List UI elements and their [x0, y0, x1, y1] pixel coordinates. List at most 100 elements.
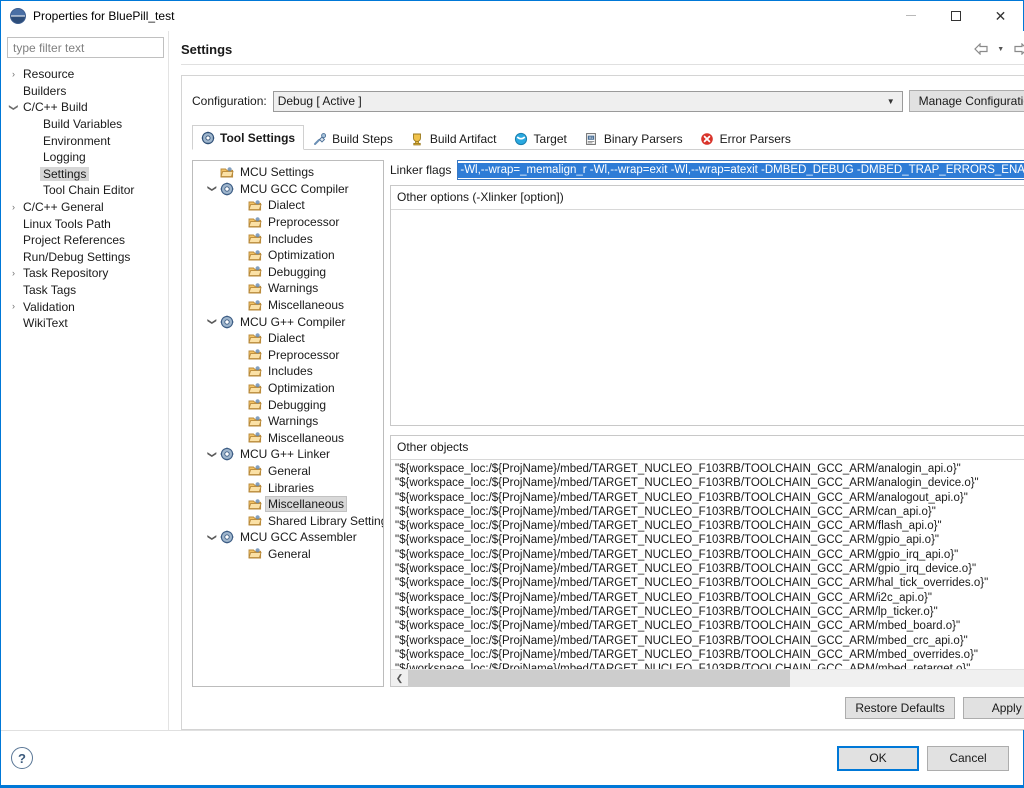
tool-tree-item-warnings[interactable]: Warnings — [193, 413, 383, 430]
forward-arrow-icon[interactable] — [1012, 40, 1024, 58]
tab-binary-parsers[interactable]: 01 Binary Parsers — [576, 126, 692, 150]
other-object-item[interactable]: "${workspace_loc:/${ProjName}/mbed/TARGE… — [393, 533, 1024, 547]
configuration-select[interactable]: Debug [ Active ] ▼ — [272, 90, 903, 112]
sidebar-item-build-variables[interactable]: Build Variables — [1, 116, 168, 133]
maximize-icon[interactable] — [933, 1, 978, 31]
other-object-item[interactable]: "${workspace_loc:/${ProjName}/mbed/TARGE… — [393, 634, 1024, 648]
sidebar-item-validation[interactable]: › Validation — [1, 298, 168, 315]
other-object-item[interactable]: "${workspace_loc:/${ProjName}/mbed/TARGE… — [393, 548, 1024, 562]
sidebar-item-c-c-build[interactable]: ❯ C/C++ Build — [1, 99, 168, 116]
tool-tree-item-debugging[interactable]: Debugging — [193, 396, 383, 413]
tool-tree-label: Miscellaneous — [265, 496, 348, 513]
sidebar-tree: › Resource Builders ❯ C/C++ Build Build Varia… — [1, 66, 168, 332]
other-object-item[interactable]: "${workspace_loc:/${ProjName}/mbed/TARGE… — [393, 476, 1024, 490]
chevron-right-icon[interactable]: › — [7, 302, 20, 311]
tool-tree-item-mcu-g++-linker[interactable]: ❯ MCU G++ Linker — [193, 446, 383, 463]
tool-tree-item-mcu-settings[interactable]: MCU Settings — [193, 164, 383, 181]
tool-tree-item-miscellaneous[interactable]: Miscellaneous — [193, 430, 383, 447]
chevron-right-icon[interactable]: › — [7, 202, 20, 212]
other-object-item[interactable]: "${workspace_loc:/${ProjName}/mbed/TARGE… — [393, 591, 1024, 605]
tab-label: Build Artifact — [429, 131, 497, 146]
tool-tree-item-optimization[interactable]: Optimization — [193, 247, 383, 264]
cancel-button[interactable]: Cancel — [927, 745, 1009, 771]
chevron-down-icon[interactable]: ❯ — [207, 530, 218, 544]
sidebar-item-resource[interactable]: › Resource — [1, 66, 168, 83]
tool-tree-item-includes[interactable]: Includes — [193, 363, 383, 380]
sidebar-item-label: Build Variables — [43, 117, 123, 132]
tool-tree-item-general[interactable]: General — [193, 546, 383, 563]
tab-target[interactable]: Target — [506, 126, 576, 150]
sidebar-item-logging[interactable]: Logging — [1, 149, 168, 166]
sidebar-item-task-tags[interactable]: Task Tags — [1, 282, 168, 299]
tool-tree-item-dialect[interactable]: Dialect — [193, 197, 383, 214]
other-objects-panel: Other objects "${workspace_loc:/${ProjNa… — [390, 435, 1024, 687]
other-object-item[interactable]: "${workspace_loc:/${ProjName}/mbed/TARGE… — [393, 562, 1024, 576]
other-objects-hscrollbar[interactable]: ❮ ❯ — [391, 669, 1024, 687]
other-object-item[interactable]: "${workspace_loc:/${ProjName}/mbed/TARGE… — [393, 648, 1024, 662]
tool-tree-item-general[interactable]: General — [193, 463, 383, 480]
sidebar-item-linux-tools-path[interactable]: Linux Tools Path — [1, 215, 168, 232]
tool-tree-item-mcu-gcc-compiler[interactable]: ❯ MCU GCC Compiler — [193, 181, 383, 198]
sidebar-item-tool-chain-editor[interactable]: Tool Chain Editor — [1, 182, 168, 199]
hscrollbar-track[interactable] — [408, 669, 1024, 687]
tool-tree-item-mcu-gcc-assembler[interactable]: ❯ MCU GCC Assembler — [193, 529, 383, 546]
chevron-down-icon[interactable]: ❯ — [207, 182, 218, 196]
ok-button[interactable]: OK — [837, 745, 919, 771]
tool-tree-item-warnings[interactable]: Warnings — [193, 280, 383, 297]
back-dropdown-icon[interactable]: ▼ — [992, 40, 1010, 58]
sidebar-item-label: Task Tags — [23, 283, 77, 298]
tool-tree-item-dialect[interactable]: Dialect — [193, 330, 383, 347]
tool-tree-item-shared-library-settings[interactable]: Shared Library Settings — [193, 512, 383, 529]
tab-label: Error Parsers — [719, 131, 791, 146]
sidebar-item-wikitext[interactable]: WikiText — [1, 315, 168, 332]
sidebar-item-task-repository[interactable]: › Task Repository — [1, 265, 168, 282]
other-object-item[interactable]: "${workspace_loc:/${ProjName}/mbed/TARGE… — [393, 605, 1024, 619]
chevron-left-icon[interactable]: ❮ — [391, 673, 408, 684]
tool-tree-item-optimization[interactable]: Optimization — [193, 380, 383, 397]
tool-tree-item-miscellaneous[interactable]: Miscellaneous — [193, 496, 383, 513]
other-object-item[interactable]: "${workspace_loc:/${ProjName}/mbed/TARGE… — [393, 619, 1024, 633]
restore-defaults-button[interactable]: Restore Defaults — [845, 697, 955, 719]
back-arrow-icon[interactable] — [972, 40, 990, 58]
other-objects-list[interactable]: "${workspace_loc:/${ProjName}/mbed/TARGE… — [391, 460, 1024, 669]
tool-tree-item-preprocessor[interactable]: Preprocessor — [193, 214, 383, 231]
other-object-item[interactable]: "${workspace_loc:/${ProjName}/mbed/TARGE… — [393, 519, 1024, 533]
other-object-item[interactable]: "${workspace_loc:/${ProjName}/mbed/TARGE… — [393, 576, 1024, 590]
chevron-down-icon[interactable]: ❯ — [9, 101, 19, 114]
tool-tree-item-libraries[interactable]: Libraries — [193, 479, 383, 496]
apply-button[interactable]: Apply — [962, 697, 1024, 719]
hscrollbar-thumb[interactable] — [408, 669, 791, 687]
manage-configurations-button[interactable]: Manage Configurations... — [908, 90, 1024, 112]
filter-input[interactable]: type filter text — [7, 37, 164, 58]
folder-icon — [247, 331, 262, 345]
sidebar-item-c-c-general[interactable]: › C/C++ General — [1, 199, 168, 216]
other-options-list[interactable] — [391, 210, 1024, 425]
chevron-down-icon[interactable]: ❯ — [207, 315, 218, 329]
minimize-icon[interactable] — [888, 1, 933, 31]
tab-build-artifact[interactable]: Build Artifact — [402, 126, 506, 150]
tool-tree-item-debugging[interactable]: Debugging — [193, 264, 383, 281]
sidebar-item-environment[interactable]: Environment — [1, 132, 168, 149]
other-object-item[interactable]: "${workspace_loc:/${ProjName}/mbed/TARGE… — [393, 491, 1024, 505]
tab-error-parsers[interactable]: Error Parsers — [692, 126, 800, 150]
other-object-item[interactable]: "${workspace_loc:/${ProjName}/mbed/TARGE… — [393, 505, 1024, 519]
tool-tree-item-includes[interactable]: Includes — [193, 230, 383, 247]
close-icon[interactable]: ✕ — [978, 1, 1023, 31]
help-icon[interactable]: ? — [11, 747, 33, 769]
sidebar-item-builders[interactable]: Builders — [1, 83, 168, 100]
tab-tool-settings[interactable]: Tool Settings — [192, 125, 305, 150]
error-parsers-icon — [700, 131, 715, 146]
other-object-item[interactable]: "${workspace_loc:/${ProjName}/mbed/TARGE… — [393, 662, 1024, 669]
tool-tree-item-mcu-g++-compiler[interactable]: ❯ MCU G++ Compiler — [193, 313, 383, 330]
chevron-down-icon[interactable]: ❯ — [207, 447, 218, 461]
tool-tree-item-preprocessor[interactable]: Preprocessor — [193, 347, 383, 364]
sidebar-item-project-references[interactable]: Project References — [1, 232, 168, 249]
other-object-item[interactable]: "${workspace_loc:/${ProjName}/mbed/TARGE… — [393, 462, 1024, 476]
chevron-right-icon[interactable]: › — [7, 69, 20, 79]
sidebar-item-run-debug-settings[interactable]: Run/Debug Settings — [1, 249, 168, 266]
tab-build-steps[interactable]: Build Steps — [304, 126, 402, 150]
tool-tree-item-miscellaneous[interactable]: Miscellaneous — [193, 297, 383, 314]
chevron-right-icon[interactable]: › — [7, 268, 20, 278]
sidebar-item-settings[interactable]: Settings — [1, 166, 168, 183]
linker-flags-input[interactable]: -Wl,--wrap=_memalign_r -Wl,--wrap=exit -… — [457, 160, 1024, 180]
